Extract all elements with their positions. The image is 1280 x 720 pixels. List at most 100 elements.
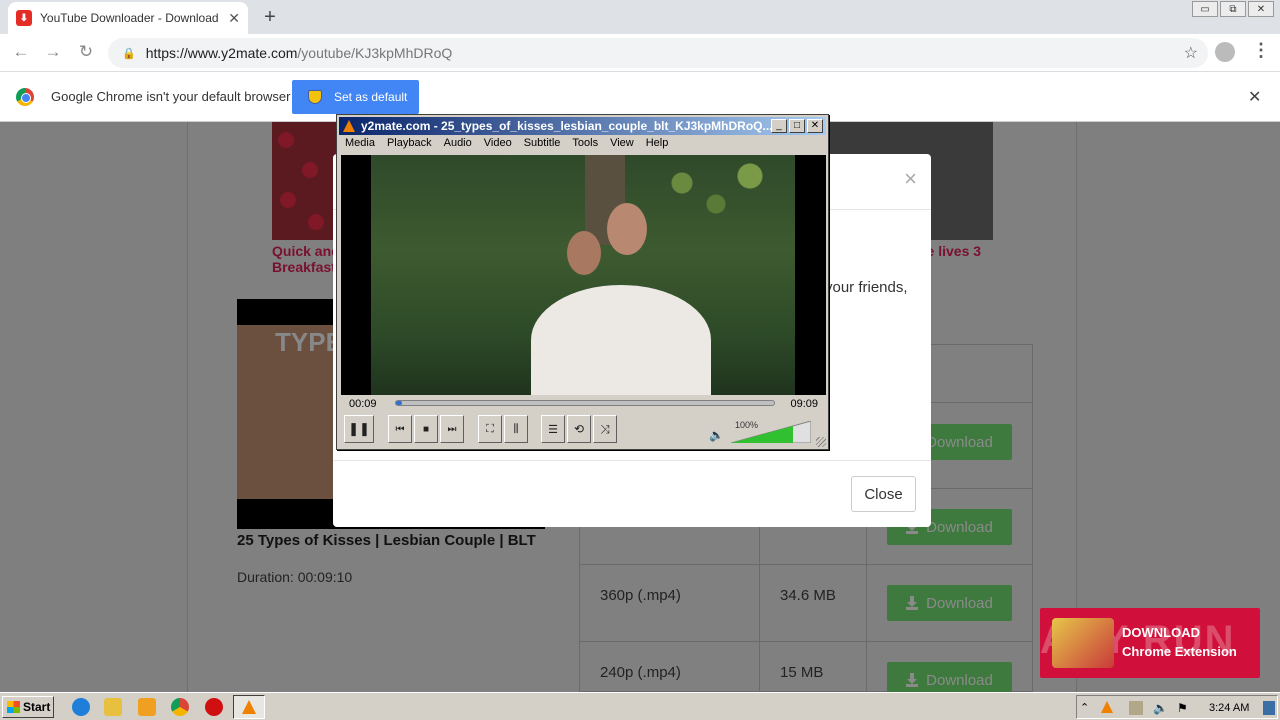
vlc-video-area[interactable]: [341, 155, 826, 395]
window-controls: ▭ ⧉ ✕: [1190, 1, 1274, 17]
chrome-menu-icon[interactable]: ⋮: [1252, 40, 1270, 61]
forward-icon[interactable]: →: [42, 42, 64, 62]
video-duration: Duration: 00:09:10: [237, 569, 353, 585]
restore-button[interactable]: ⧉: [1220, 1, 1246, 17]
scene-person: [607, 203, 647, 255]
related-link-left[interactable]: Quick and Breakfast: [272, 243, 340, 275]
vlc-menu-view[interactable]: View: [610, 137, 634, 153]
vlc-maximize-button[interactable]: □: [789, 119, 805, 133]
vlc-menu-media[interactable]: Media: [345, 137, 375, 153]
anyrun-extension-banner[interactable]: ANY RUN DOWNLOAD Chrome Extension: [1040, 608, 1260, 678]
infobar-close-icon[interactable]: ✕: [1248, 87, 1261, 107]
windows-taskbar: Start ⌃ 🔈 ⚑ 3:24 AM: [0, 692, 1280, 720]
vlc-seek-fill: [396, 401, 402, 405]
vlc-titlebar[interactable]: y2mate.com - 25_types_of_kisses_lesbian_…: [339, 117, 826, 135]
related-thumbnail-left[interactable]: [272, 122, 336, 240]
fullscreen-button[interactable]: ⛶: [478, 415, 502, 443]
modal-close-button[interactable]: Close: [851, 476, 916, 512]
vlc-menubar: Media Playback Audio Video Subtitle Tool…: [339, 137, 674, 153]
stop-button[interactable]: ■: [414, 415, 438, 443]
table-row: 240p (.mp4) 15 MB Download: [580, 641, 1032, 692]
playlist-button[interactable]: ☰: [541, 415, 565, 443]
infobar-message: Google Chrome isn't your default browser: [51, 89, 291, 104]
size-cell: 34.6 MB: [780, 587, 836, 604]
vlc-player-window[interactable]: y2mate.com - 25_types_of_kisses_lesbian_…: [336, 114, 829, 450]
new-tab-button[interactable]: +: [260, 6, 280, 29]
vlc-close-button[interactable]: ✕: [807, 119, 823, 133]
vlc-title-text: y2mate.com - 25_types_of_kisses_lesbian_…: [361, 119, 771, 133]
network-icon[interactable]: [1129, 701, 1143, 715]
address-bar[interactable]: 🔒 https://www.y2mate.com/youtube/KJ3kpMh…: [108, 38, 1208, 68]
download-button[interactable]: Download: [887, 585, 1012, 621]
lock-icon: 🔒: [122, 47, 136, 60]
modal-close-icon[interactable]: ×: [904, 166, 917, 192]
tab-strip: ⬇ YouTube Downloader - Download Vid ✕ + …: [0, 0, 1280, 34]
tray-expand-icon[interactable]: ⌃: [1080, 701, 1094, 715]
previous-button[interactable]: ⏮: [388, 415, 412, 443]
vlc-menu-video[interactable]: Video: [484, 137, 512, 153]
download-favicon-icon: ⬇: [16, 10, 32, 26]
set-as-default-button[interactable]: Set as default: [292, 80, 419, 114]
vlc-menu-audio[interactable]: Audio: [444, 137, 472, 153]
scene-leaves: [631, 155, 801, 225]
chrome-logo-icon: [16, 88, 34, 106]
vlc-menu-playback[interactable]: Playback: [387, 137, 432, 153]
volume-slider[interactable]: [731, 421, 811, 443]
explorer-folder-icon[interactable]: [104, 698, 122, 716]
download-button[interactable]: Download: [887, 662, 1012, 692]
video-frame: [371, 155, 801, 395]
shuffle-button[interactable]: ⤨: [593, 415, 617, 443]
vlc-window-controls: _ □ ✕: [769, 119, 823, 133]
size-cell: 15 MB: [780, 664, 824, 681]
back-icon[interactable]: ←: [10, 42, 32, 62]
start-button[interactable]: Start: [2, 696, 54, 718]
vlc-taskbar-icon: [242, 700, 256, 714]
pause-button[interactable]: ❚❚: [344, 415, 374, 443]
url-text: https://www.y2mate.com/youtube/KJ3kpMhDR…: [145, 45, 453, 61]
vlc-seek-bar[interactable]: [395, 400, 775, 406]
scene-person: [567, 231, 601, 275]
clock[interactable]: 3:24 AM: [1209, 702, 1249, 714]
profile-avatar-icon[interactable]: [1215, 42, 1235, 62]
tab-title: YouTube Downloader - Download Vid: [40, 11, 220, 25]
vlc-menu-help[interactable]: Help: [646, 137, 669, 153]
modal-body-text: your friends,: [825, 279, 908, 296]
scene-dress: [531, 285, 711, 395]
anyrun-line2: Chrome Extension: [1122, 644, 1237, 659]
vlc-menu-tools[interactable]: Tools: [572, 137, 598, 153]
action-center-flag-icon[interactable]: ⚑: [1177, 701, 1191, 715]
speaker-icon[interactable]: 🔈: [709, 428, 724, 442]
vlc-cone-icon: [343, 120, 355, 132]
vlc-minimize-button[interactable]: _: [771, 119, 787, 133]
show-desktop-icon[interactable]: [1263, 701, 1275, 715]
modal-divider: [333, 460, 931, 461]
windows-flag-icon: [7, 701, 20, 713]
set-as-default-label: Set as default: [334, 90, 408, 104]
quality-cell: 240p (.mp4): [600, 664, 681, 681]
opera-icon[interactable]: [205, 698, 223, 716]
vlc-tray-icon[interactable]: [1101, 701, 1113, 713]
vlc-menu-subtitle[interactable]: Subtitle: [524, 137, 561, 153]
resize-grip-icon[interactable]: [816, 437, 826, 447]
browser-tab[interactable]: ⬇ YouTube Downloader - Download Vid ✕: [8, 2, 248, 34]
table-row: 360p (.mp4) 34.6 MB Download: [580, 564, 1032, 641]
chrome-taskbar-icon[interactable]: [171, 698, 189, 716]
download-icon: [906, 596, 919, 610]
volume-tray-icon[interactable]: 🔈: [1153, 701, 1168, 715]
browser-toolbar: ← → ↻ 🔒 https://www.y2mate.com/youtube/K…: [0, 34, 1280, 72]
vlc-taskbar-button[interactable]: [233, 695, 265, 719]
bookmark-star-icon[interactable]: ☆: [1184, 43, 1198, 63]
extended-settings-button[interactable]: ⫼: [504, 415, 528, 443]
reload-icon[interactable]: ↻: [75, 42, 97, 62]
anyrun-line1: DOWNLOAD: [1122, 625, 1200, 640]
vlc-elapsed-time: 00:09: [349, 398, 377, 410]
chrome-extension-icon: [1052, 618, 1114, 668]
media-player-icon[interactable]: [138, 698, 156, 716]
minimize-button[interactable]: ▭: [1192, 1, 1218, 17]
next-button[interactable]: ⏭: [440, 415, 464, 443]
quality-cell: 360p (.mp4): [600, 587, 681, 604]
tab-close-icon[interactable]: ✕: [228, 10, 240, 27]
loop-button[interactable]: ⟲: [567, 415, 591, 443]
ie-icon[interactable]: [72, 698, 90, 716]
close-window-button[interactable]: ✕: [1248, 1, 1274, 17]
